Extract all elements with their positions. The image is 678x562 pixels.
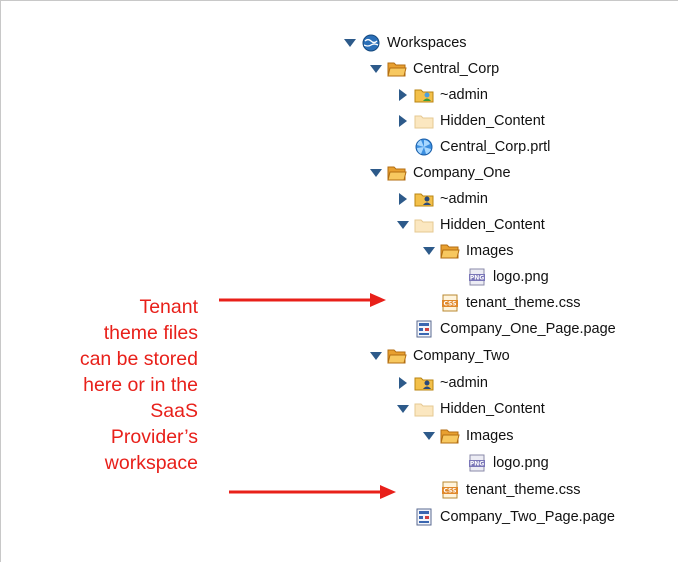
annotation-arrows: [219, 293, 396, 499]
pointer-arrow-icon: [229, 485, 396, 499]
pointer-arrow-icon: [219, 293, 386, 307]
